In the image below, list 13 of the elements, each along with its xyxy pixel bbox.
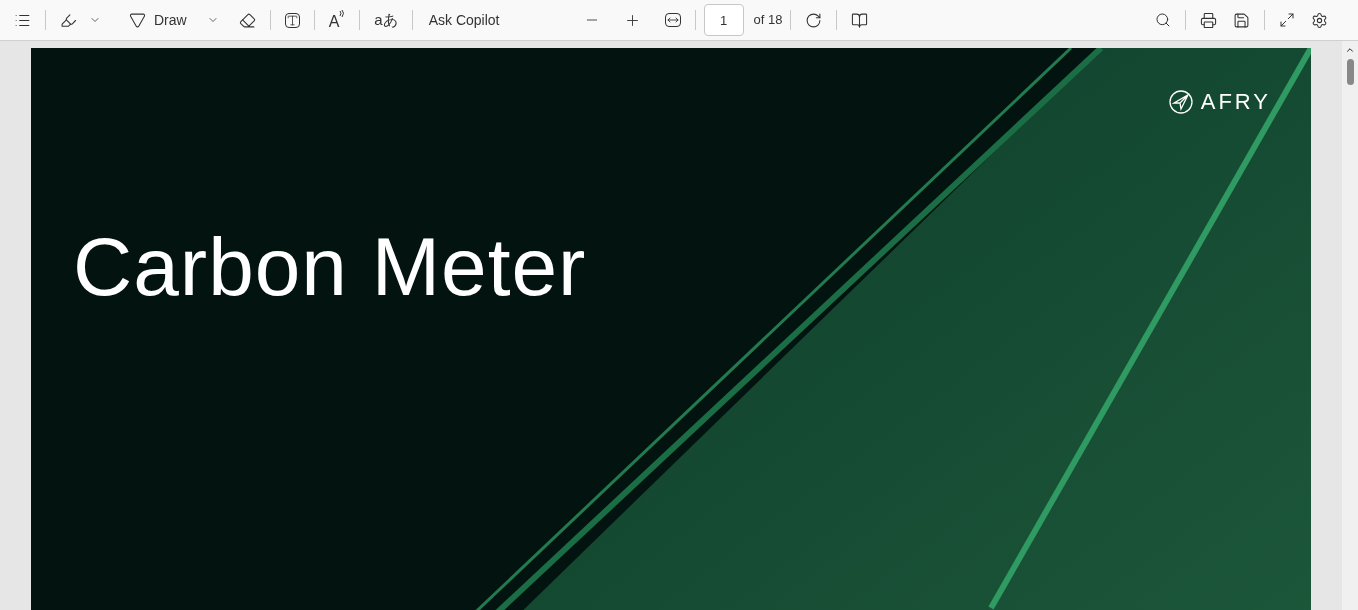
slide-title: Carbon Meter — [73, 226, 587, 308]
scrollbar-thumb[interactable] — [1346, 59, 1354, 85]
translate-button[interactable]: aあ — [368, 4, 404, 36]
page-count: of 18 — [753, 11, 783, 30]
triangle-icon — [129, 11, 146, 29]
sound-wave-icon — [339, 10, 346, 18]
draw-button[interactable]: Draw — [123, 4, 193, 36]
page-number-field[interactable]: 1 — [703, 4, 744, 36]
logo-text: AFRY — [1200, 88, 1271, 116]
scroll-up-icon[interactable] — [1345, 45, 1355, 55]
read-aloud-button[interactable]: A — [322, 4, 352, 36]
ask-copilot-button[interactable]: Ask Copilot — [420, 4, 508, 36]
logo-icon — [1168, 89, 1193, 114]
